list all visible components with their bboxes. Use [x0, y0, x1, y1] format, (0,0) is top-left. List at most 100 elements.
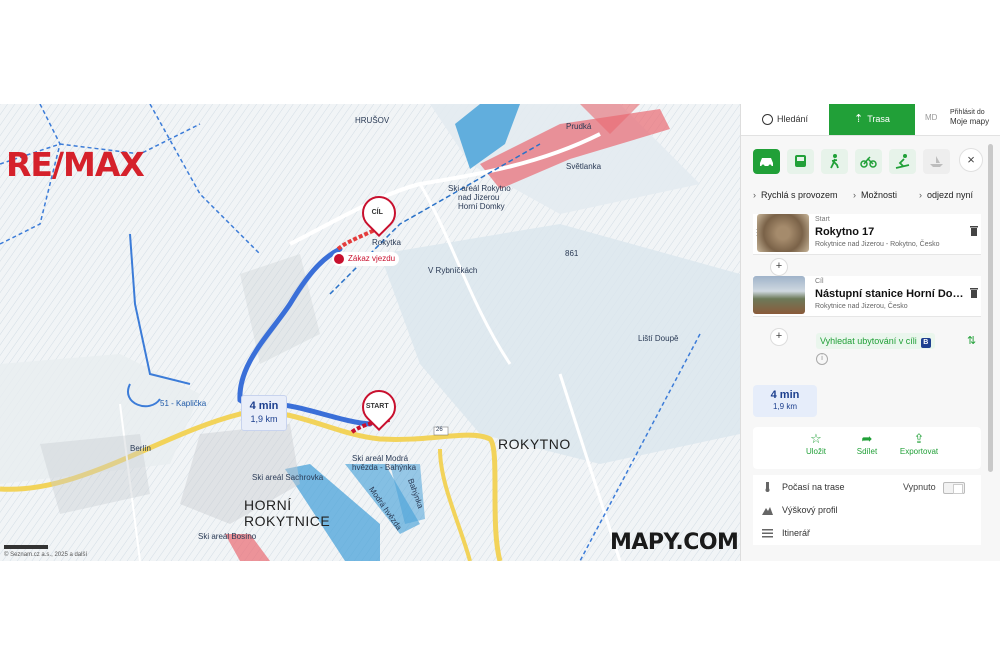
accommodation-label: Vyhledat ubytování v cíli	[820, 336, 917, 346]
walk-icon	[830, 154, 839, 169]
map-label-berlin: Berlín	[130, 444, 151, 453]
route-extra-options: Počasí na trase Vypnuto Výškový profil I…	[753, 475, 981, 545]
mode-bus[interactable]	[787, 149, 814, 174]
map-label-rokytno: ROKYTNO	[498, 436, 571, 452]
list-icon	[762, 529, 773, 538]
mode-car[interactable]	[753, 149, 780, 174]
start-label: Start	[815, 216, 830, 223]
booking-icon: B	[920, 338, 931, 348]
export-icon: ⇪	[913, 431, 925, 446]
map-label-horni: HORNÍ	[244, 497, 292, 513]
info-icon[interactable]: i	[816, 353, 828, 365]
map-copyright: © Seznam.cz a.s., 2025 a další	[4, 552, 88, 558]
elevation-option[interactable]: Výškový profil	[753, 500, 981, 520]
ski-icon	[895, 154, 910, 169]
bike-icon	[860, 156, 877, 168]
mode-ski[interactable]	[889, 149, 916, 174]
weather-option[interactable]: Počasí na trase Vypnuto	[753, 477, 981, 497]
chip-traffic[interactable]: Rychlá s provozem	[753, 186, 838, 204]
star-icon: ☆	[810, 431, 822, 446]
map-label-lipsky: Liští Doupě	[638, 334, 679, 343]
route-info-bubble[interactable]: 4 min 1,9 km	[241, 395, 287, 431]
save-button[interactable]: ☆ Uložit	[788, 431, 844, 456]
chip-departure[interactable]: odjezd nyní	[919, 186, 973, 204]
map-label-rokytka: Rokytka	[372, 238, 401, 247]
weather-label: Počasí na trase	[782, 482, 845, 492]
login-line1: Přihlásit do	[950, 109, 985, 116]
route-options-chips: Rychlá s provozem Možnosti odjezd nyní	[753, 186, 993, 204]
trash-icon[interactable]	[969, 224, 979, 236]
add-waypoint-button[interactable]: +	[770, 328, 788, 346]
summary-time: 4 min	[770, 389, 800, 401]
close-button[interactable]: ×	[959, 148, 983, 172]
map-label-hvezda: hvězda - Bahýnka	[352, 463, 417, 472]
car-icon	[760, 158, 773, 168]
map-label-hrusov: HRUŠOV	[355, 116, 390, 125]
weather-value: Vypnuto	[903, 482, 936, 492]
scale-bar	[4, 545, 48, 549]
mapy-logo: MAPY.COM	[610, 530, 739, 555]
map-label-nad-jizerou: nad Jizerou	[458, 193, 500, 202]
itinerary-option[interactable]: Itinerář	[753, 523, 981, 543]
map-label-rokytnice: ROKYTNICE	[244, 513, 331, 529]
map-label-elevation-861: 861	[565, 249, 579, 258]
add-waypoint-button[interactable]: +	[770, 258, 788, 276]
remax-logo: RE/MAX	[6, 145, 145, 184]
mode-walk[interactable]	[821, 149, 848, 174]
chip-options[interactable]: Možnosti	[853, 186, 897, 204]
end-label: Cíl	[815, 278, 824, 285]
route-actions: ☆ Uložit ➦ Sdílet ⇪ Exportovat	[753, 427, 981, 469]
map-label-kaplicka: 51 - Kaplička	[160, 399, 207, 408]
boat-icon	[930, 156, 943, 167]
panel-scrollbar[interactable]	[988, 144, 993, 472]
mode-bike[interactable]	[855, 149, 882, 174]
tab-route[interactable]: ⇡ Trasa	[829, 104, 915, 135]
no-entry-warning[interactable]: Zákaz vjezdu	[332, 252, 400, 266]
route-summary[interactable]: 4 min 1,9 km	[753, 385, 817, 417]
start-pin-label: START	[365, 403, 389, 411]
login-line2: Moje mapy	[950, 117, 990, 126]
elevation-label: Výškový profil	[782, 505, 838, 515]
end-point-card[interactable]: Cíl Nástupní stanice Horní Do… Rokytnice…	[753, 276, 981, 317]
route-time: 4 min	[249, 400, 279, 412]
start-point-card[interactable]: Start Rokytno 17 Rokytnice nad Jizerou -…	[753, 214, 981, 255]
map-label-ski-rokytno: Ski areál Rokytno	[448, 184, 511, 193]
map-label-v-rybnickach: V Rybníčkách	[428, 266, 478, 275]
tab-search-label: Hledání	[776, 114, 809, 124]
mountain-icon	[762, 507, 773, 515]
trash-icon[interactable]	[969, 286, 979, 298]
avatar: MD	[925, 113, 938, 122]
destination-pin-label: CÍL	[371, 209, 383, 217]
end-address: Rokytnice nad Jizerou, Česko	[815, 303, 908, 310]
swap-icon[interactable]: ⇅	[967, 334, 976, 347]
route-icon: ⇡	[854, 113, 864, 125]
map-label-prudka: Prudká	[566, 122, 592, 131]
end-thumbnail	[753, 276, 805, 314]
app-frame: RE/MAX MAPY.COM HRUŠOV Prudká Světlanka …	[0, 104, 1000, 561]
weather-toggle[interactable]	[943, 482, 965, 494]
mode-boat[interactable]	[923, 149, 950, 174]
search-icon	[761, 114, 773, 126]
map-view[interactable]: RE/MAX MAPY.COM HRUŠOV Prudká Světlanka …	[0, 104, 740, 561]
find-accommodation-button[interactable]: Vyhledat ubytování v cíli B	[816, 333, 935, 349]
save-label: Uložit	[805, 447, 826, 456]
tab-search[interactable]: Hledání	[741, 104, 829, 135]
road-number: 26	[436, 427, 443, 433]
share-button[interactable]: ➦ Sdílet	[839, 431, 895, 456]
map-label-ski-modra: Ski areál Modrá	[352, 454, 409, 463]
tab-route-label: Trasa	[867, 114, 890, 124]
panel-tabs: Hledání ⇡ Trasa MD Přihlásit do Moje mapy	[741, 104, 1000, 136]
export-label: Exportovat	[899, 447, 939, 456]
route-distance: 1,9 km	[250, 414, 278, 424]
export-button[interactable]: ⇪ Exportovat	[891, 431, 947, 456]
thermometer-icon	[765, 482, 770, 492]
route-panel: Hledání ⇡ Trasa MD Přihlásit do Moje mapy	[740, 104, 1000, 561]
start-name: Rokytno 17	[815, 226, 875, 238]
map-label-ski-sachrovka: Ski areál Sachrovka	[252, 473, 324, 482]
map-label-horni-domky: Horní Domky	[458, 202, 505, 211]
share-label: Sdílet	[856, 447, 878, 456]
start-thumbnail	[757, 214, 809, 252]
map-label-ski-bosino: Ski areál Bosíno	[198, 532, 257, 541]
login-button[interactable]: MD Přihlásit do Moje mapy	[919, 104, 999, 135]
map-label-svetlanka: Světlanka	[566, 162, 602, 171]
